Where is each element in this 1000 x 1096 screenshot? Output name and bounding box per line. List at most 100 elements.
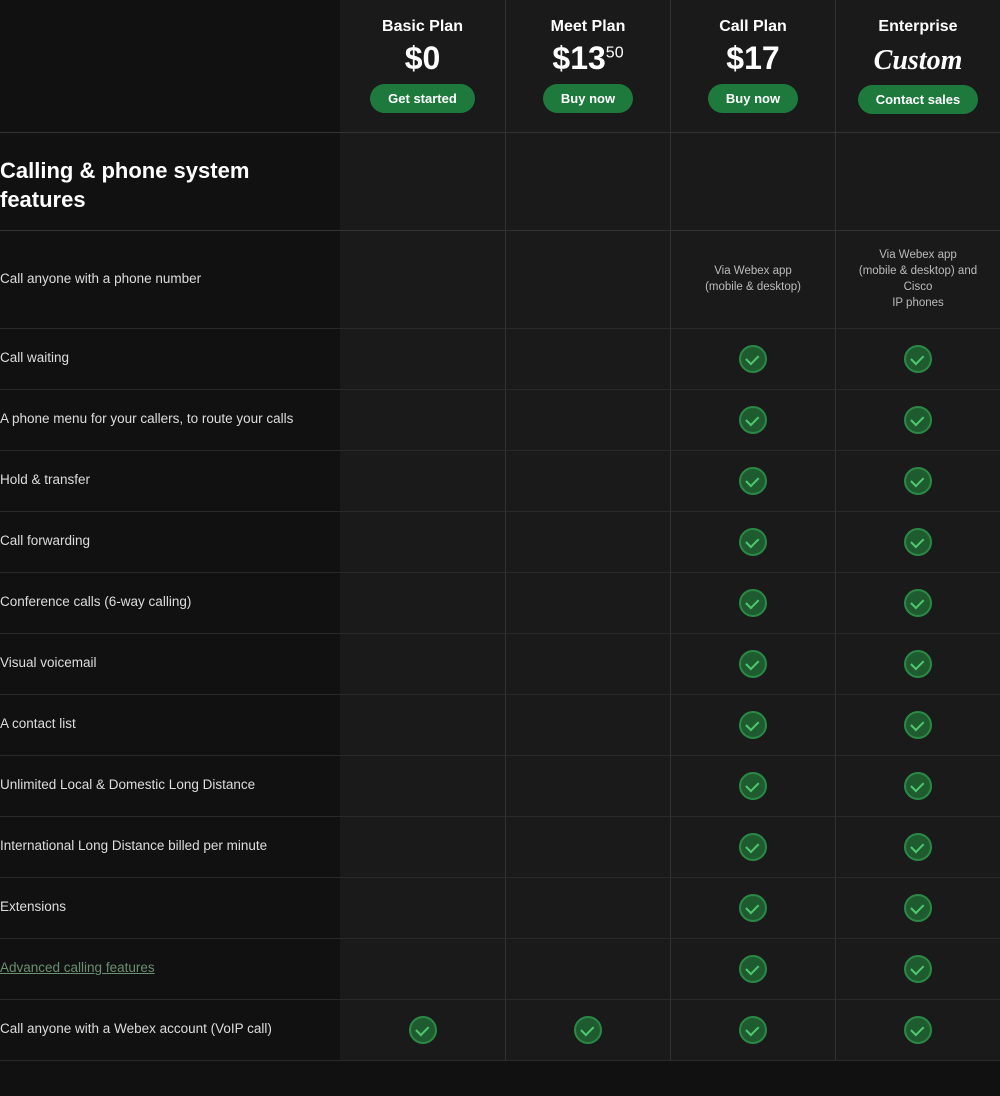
feature-basic-12	[340, 1000, 505, 1061]
feature-enterprise-5	[835, 573, 1000, 634]
meet-cta-button[interactable]: Buy now	[543, 84, 633, 113]
feature-basic-10	[340, 878, 505, 939]
via-text: Via Webex app (mobile & desktop)	[705, 263, 801, 295]
feature-call-7	[670, 695, 835, 756]
feature-call-0: Via Webex app (mobile & desktop)	[670, 231, 835, 328]
feature-label-10: Extensions	[0, 878, 340, 939]
feature-basic-7	[340, 695, 505, 756]
feature-meet-9	[505, 817, 670, 878]
feature-call-2	[670, 390, 835, 451]
feature-enterprise-7	[835, 695, 1000, 756]
check-icon	[739, 1016, 767, 1044]
check-icon	[739, 406, 767, 434]
check-icon	[904, 345, 932, 373]
check-icon	[739, 345, 767, 373]
feature-call-5	[670, 573, 835, 634]
check-icon	[574, 1016, 602, 1044]
feature-basic-2	[340, 390, 505, 451]
feature-enterprise-9	[835, 817, 1000, 878]
feature-meet-12	[505, 1000, 670, 1061]
feature-basic-8	[340, 756, 505, 817]
feature-basic-9	[340, 817, 505, 878]
check-icon	[904, 528, 932, 556]
feature-call-11	[670, 939, 835, 1000]
basic-plan-name: Basic Plan	[352, 18, 493, 36]
feature-label-4: Call forwarding	[0, 512, 340, 573]
enterprise-plan-name: Enterprise	[848, 18, 988, 36]
feature-call-4	[670, 512, 835, 573]
header-call: Call Plan $17 Buy now	[670, 0, 835, 133]
feature-enterprise-0: Via Webex app (mobile & desktop) and Cis…	[835, 231, 1000, 328]
enterprise-plan-price: Custom	[848, 42, 988, 75]
basic-plan-price: $0	[352, 42, 493, 74]
feature-enterprise-2	[835, 390, 1000, 451]
section-header-label: Calling & phone system features	[0, 133, 340, 231]
feature-meet-2	[505, 390, 670, 451]
check-icon	[904, 650, 932, 678]
check-icon	[904, 1016, 932, 1044]
check-icon	[904, 467, 932, 495]
pricing-table: Basic Plan $0 Get started Meet Plan $135…	[0, 0, 1000, 1061]
section-header-basic	[340, 133, 505, 231]
feature-basic-0	[340, 231, 505, 328]
check-icon	[904, 772, 932, 800]
feature-call-9	[670, 817, 835, 878]
check-icon	[739, 589, 767, 617]
feature-basic-3	[340, 451, 505, 512]
feature-meet-4	[505, 512, 670, 573]
via-text-enterprise: Via Webex app (mobile & desktop) and Cis…	[844, 247, 992, 311]
check-icon	[904, 955, 932, 983]
feature-basic-5	[340, 573, 505, 634]
feature-enterprise-1	[835, 329, 1000, 390]
header-meet: Meet Plan $1350 Buy now	[505, 0, 670, 133]
feature-basic-1	[340, 329, 505, 390]
feature-basic-6	[340, 634, 505, 695]
header-basic: Basic Plan $0 Get started	[340, 0, 505, 133]
feature-label-12: Call anyone with a Webex account (VoIP c…	[0, 1000, 340, 1061]
header-enterprise: Enterprise Custom Contact sales	[835, 0, 1000, 133]
feature-meet-1	[505, 329, 670, 390]
feature-meet-10	[505, 878, 670, 939]
check-icon	[739, 467, 767, 495]
feature-basic-11	[340, 939, 505, 1000]
feature-enterprise-6	[835, 634, 1000, 695]
check-icon	[739, 833, 767, 861]
call-plan-price: $17	[683, 42, 823, 74]
feature-meet-3	[505, 451, 670, 512]
feature-enterprise-11	[835, 939, 1000, 1000]
feature-enterprise-8	[835, 756, 1000, 817]
feature-label-6: Visual voicemail	[0, 634, 340, 695]
feature-enterprise-4	[835, 512, 1000, 573]
enterprise-cta-button[interactable]: Contact sales	[858, 85, 979, 114]
check-icon	[739, 955, 767, 983]
feature-meet-0	[505, 231, 670, 328]
feature-enterprise-12	[835, 1000, 1000, 1061]
meet-plan-price: $1350	[518, 42, 658, 74]
call-cta-button[interactable]: Buy now	[708, 84, 798, 113]
check-icon	[739, 894, 767, 922]
feature-meet-8	[505, 756, 670, 817]
meet-plan-name: Meet Plan	[518, 18, 658, 36]
feature-call-3	[670, 451, 835, 512]
feature-label-11[interactable]: Advanced calling features	[0, 939, 340, 1000]
feature-label-7: A contact list	[0, 695, 340, 756]
check-icon	[409, 1016, 437, 1044]
feature-meet-6	[505, 634, 670, 695]
check-icon	[904, 406, 932, 434]
section-header-meet	[505, 133, 670, 231]
feature-meet-5	[505, 573, 670, 634]
section-header-enterprise	[835, 133, 1000, 231]
feature-call-12	[670, 1000, 835, 1061]
feature-call-10	[670, 878, 835, 939]
call-plan-name: Call Plan	[683, 18, 823, 36]
check-icon	[739, 772, 767, 800]
feature-label-0: Call anyone with a phone number	[0, 231, 340, 328]
feature-meet-11	[505, 939, 670, 1000]
feature-label-9: International Long Distance billed per m…	[0, 817, 340, 878]
header-feature-col	[0, 0, 340, 133]
basic-cta-button[interactable]: Get started	[370, 84, 475, 113]
feature-label-3: Hold & transfer	[0, 451, 340, 512]
feature-label-1: Call waiting	[0, 329, 340, 390]
check-icon	[904, 589, 932, 617]
section-header-call	[670, 133, 835, 231]
